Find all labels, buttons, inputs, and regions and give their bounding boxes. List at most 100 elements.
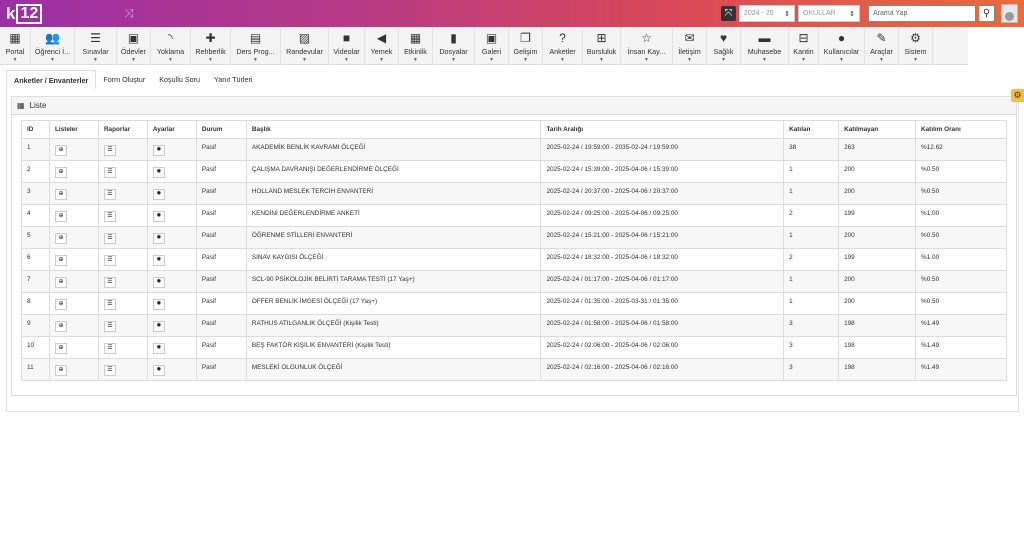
menu-item-14[interactable]: ? Anketler ▼ — [543, 27, 583, 65]
row-rate: %1.49 — [915, 314, 1007, 337]
list-icon[interactable]: ☰ — [103, 299, 116, 310]
tab-answer-types[interactable]: Yanıt Türleri — [207, 70, 259, 89]
list-icon[interactable]: ☰ — [103, 321, 116, 332]
gear-icon[interactable]: ✹ — [152, 211, 165, 222]
zoom-icon[interactable]: ⊕ — [54, 255, 67, 266]
row-date-range: 2025-02-24 / 09:25:00 - 2025-04-06 / 09:… — [540, 204, 785, 227]
menu-item-10[interactable]: ▦ Etkinlik ▼ — [399, 27, 433, 65]
menu-item-12[interactable]: ▣ Galeri ▼ — [475, 27, 509, 65]
menu-item-label: Gelişim — [513, 47, 538, 56]
row-date-range: 2025-02-24 / 01:58:00 - 2025-04-06 / 01:… — [540, 314, 785, 337]
gear-icon[interactable]: ✹ — [152, 321, 165, 332]
zoom-icon[interactable]: ⊕ — [54, 299, 67, 310]
row-rate: %1.00 — [915, 204, 1007, 227]
zoom-icon[interactable]: ⊕ — [54, 167, 67, 178]
menu-item-16[interactable]: ☆ İnsan Kay... ▼ — [621, 27, 673, 65]
settings-cell: ✹ — [146, 226, 197, 249]
reports-cell: ☰ — [97, 138, 148, 161]
zoom-icon[interactable]: ⊕ — [54, 321, 67, 332]
col-not-joined[interactable]: Katılmayan — [838, 120, 917, 139]
tab-create-form[interactable]: Form Oluştur — [96, 70, 152, 89]
zoom-icon[interactable]: ⊕ — [54, 145, 67, 156]
tab-surveys[interactable]: Anketler / Envanterler — [6, 70, 97, 89]
list-icon[interactable]: ☰ — [103, 189, 116, 200]
gear-icon[interactable]: ✹ — [152, 343, 165, 354]
menu-item-19[interactable]: ▬ Muhasebe ▼ — [741, 27, 789, 65]
menu-item-4[interactable]: ◝ Yoklama ▼ — [151, 27, 191, 65]
col-settings[interactable]: Ayarlar — [146, 120, 197, 139]
k12-logo[interactable]: k 12 — [6, 3, 43, 24]
zoom-icon[interactable]: ⊕ — [54, 211, 67, 222]
menu-item-17[interactable]: ✉ İletişim ▼ — [673, 27, 707, 65]
col-joined[interactable]: Katılan — [783, 120, 840, 139]
col-status[interactable]: Durum — [195, 120, 247, 139]
list-icon[interactable]: ☰ — [103, 277, 116, 288]
menu-item-15[interactable]: ⊞ Bursluluk ▼ — [583, 27, 621, 65]
school-select[interactable]: OKULLAR ⇕ — [798, 5, 860, 22]
menu-item-7[interactable]: ▨ Randevular ▼ — [281, 27, 329, 65]
menu-item-label: İnsan Kay... — [627, 47, 666, 56]
list-icon[interactable]: ☰ — [103, 233, 116, 244]
row-not-joined: 200 — [838, 270, 917, 293]
gear-icon[interactable]: ✹ — [152, 255, 165, 266]
menu-item-label: Rehberlik — [195, 47, 226, 56]
gear-icon[interactable]: ✹ — [152, 233, 165, 244]
menu-item-8[interactable]: ■ Videolar ▼ — [329, 27, 365, 65]
gear-icon[interactable]: ✹ — [152, 365, 165, 376]
row-rate: %0.50 — [915, 160, 1007, 183]
list-icon[interactable]: ☰ — [103, 167, 116, 178]
list-icon[interactable]: ☰ — [103, 145, 116, 156]
menu-item-label: Muhasebe — [747, 47, 782, 56]
lists-cell: ⊕ — [48, 138, 99, 161]
lists-cell: ⊕ — [48, 292, 99, 315]
zoom-icon[interactable]: ⊕ — [54, 189, 67, 200]
menu-item-20[interactable]: ⊟ Kantin ▼ — [789, 27, 819, 65]
fullscreen-icon[interactable]: ⤧ — [721, 6, 736, 21]
caret-down-icon: ▼ — [644, 57, 649, 63]
menu-item-13[interactable]: ❐ Gelişim ▼ — [509, 27, 543, 65]
lists-cell: ⊕ — [48, 270, 99, 293]
settings-toggle-icon[interactable]: ⚙ — [1011, 89, 1024, 102]
gear-icon[interactable]: ✹ — [152, 277, 165, 288]
wrench-icon: ✎ — [876, 31, 887, 45]
shuffle-icon[interactable]: ⤨ — [124, 6, 134, 21]
list-icon[interactable]: ☰ — [103, 211, 116, 222]
search-icon[interactable]: ⚲ — [979, 5, 995, 22]
search-input[interactable]: Arama Yap — [868, 5, 976, 22]
list-panel: ▦ Liste ID Listeler Raporlar Ayarlar Dur… — [11, 96, 1017, 396]
gear-icon[interactable]: ✹ — [152, 189, 165, 200]
list-icon[interactable]: ☰ — [103, 365, 116, 376]
col-id[interactable]: ID — [21, 120, 50, 139]
year-select[interactable]: 2024 - 20 ⇕ — [739, 5, 795, 22]
menu-item-3[interactable]: ▣ Ödevler ▼ — [117, 27, 151, 65]
col-lists[interactable]: Listeler — [48, 120, 99, 139]
gear-icon[interactable]: ✹ — [152, 299, 165, 310]
menu-item-2[interactable]: ☰ Sınavlar ▼ — [75, 27, 117, 65]
menu-item-6[interactable]: ▤ Ders Prog... ▼ — [231, 27, 281, 65]
menu-item-21[interactable]: ● Kullanıcılar ▼ — [819, 27, 865, 65]
col-participation-rate[interactable]: Katılım Oranı — [915, 120, 1007, 139]
calendar-icon: ▦ — [409, 31, 422, 45]
menu-item-22[interactable]: ✎ Araçlar ▼ — [865, 27, 899, 65]
zoom-icon[interactable]: ⊕ — [54, 365, 67, 376]
zoom-icon[interactable]: ⊕ — [54, 277, 67, 288]
menu-item-11[interactable]: ▮ Dosyalar ▼ — [433, 27, 475, 65]
list-icon[interactable]: ☰ — [103, 255, 116, 266]
col-reports[interactable]: Raporlar — [97, 120, 148, 139]
zoom-icon[interactable]: ⊕ — [54, 343, 67, 354]
gear-icon[interactable]: ✹ — [152, 167, 165, 178]
zoom-icon[interactable]: ⊕ — [54, 233, 67, 244]
menu-item-9[interactable]: ◀ Yemek ▼ — [365, 27, 399, 65]
tab-conditional-question[interactable]: Koşullu Soru — [152, 70, 207, 89]
avatar[interactable] — [1001, 4, 1018, 23]
menu-item-1[interactable]: 👥 Öğrenci İ... ▼ — [31, 27, 75, 65]
col-title[interactable]: Başlık — [245, 120, 542, 139]
menu-item-18[interactable]: ♥ Sağlık ▼ — [707, 27, 741, 65]
list-icon[interactable]: ☰ — [103, 343, 116, 354]
menu-item-0[interactable]: ▦ Portal ▼ — [0, 27, 31, 65]
col-date-range[interactable]: Tarih Aralığı — [540, 120, 785, 139]
gear-icon[interactable]: ✹ — [152, 145, 165, 156]
menu-item-5[interactable]: ✚ Rehberlik ▼ — [191, 27, 231, 65]
caret-down-icon: ▼ — [12, 57, 18, 63]
menu-item-23[interactable]: ⚙ Sistem ▼ — [899, 27, 933, 65]
